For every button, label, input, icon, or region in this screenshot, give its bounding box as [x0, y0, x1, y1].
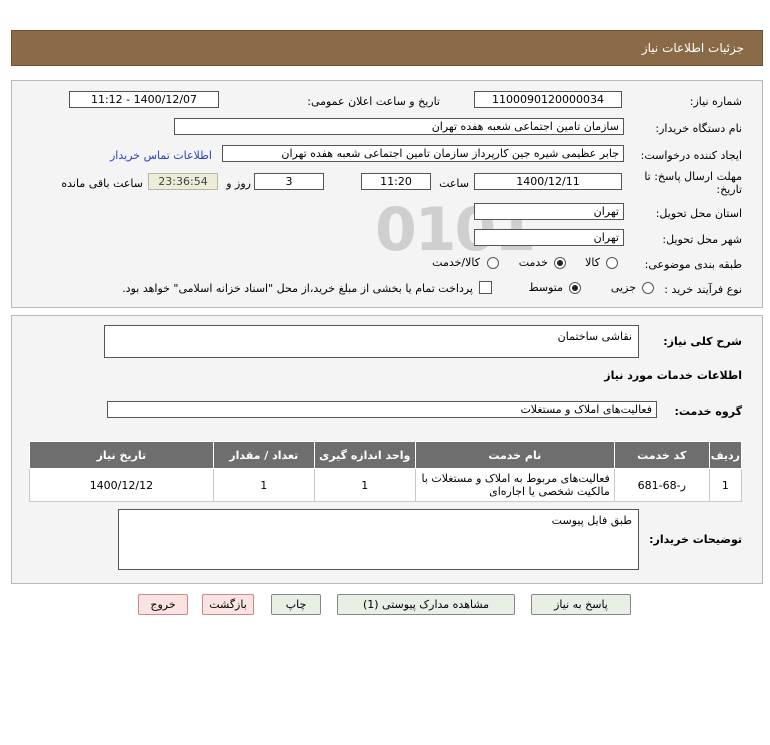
creator-field: جابر عظیمی شیره جین کارپرداز سازمان تامی… [222, 145, 624, 162]
summary-field: نقاشی ساختمان [104, 325, 639, 358]
services-heading: اطلاعات خدمات مورد نیاز [604, 369, 742, 382]
cell-service-name: فعالیت‌های مربوط به املاک و مستغلات با م… [414, 468, 615, 502]
table-header-row: ردیف کد خدمت نام خدمت واحد اندازه گیری ت… [29, 441, 743, 469]
summary-label: شرح کلی نیاز: [663, 335, 742, 348]
category-radio-goods[interactable] [606, 257, 618, 269]
col-header-service-code: کد خدمت [613, 441, 710, 469]
back-button[interactable]: بازگشت [202, 594, 254, 615]
days-field: 3 [254, 173, 324, 190]
page-header: جزئیات اطلاعات نیاز [11, 30, 763, 66]
deadline-label-1: مهلت ارسال پاسخ: تا [644, 170, 742, 183]
process-option-medium: متوسط [528, 281, 563, 294]
creator-label: ایجاد کننده درخواست: [640, 149, 742, 162]
service-group-label: گروه خدمت: [674, 405, 742, 418]
process-option-minor: جزیی [610, 281, 636, 294]
remaining-label: ساعت باقی مانده [61, 177, 143, 190]
cell-need-date: 1400/12/12 [29, 468, 214, 502]
cell-quantity: 1 [212, 468, 315, 502]
deadline-label-2: تاریخ: [716, 183, 742, 196]
service-group-field: فعالیت‌های املاک و مستغلات [107, 401, 657, 418]
buyer-contact-link[interactable]: اطلاعات تماس خریدار [110, 149, 212, 162]
cell-row-number: 1 [708, 468, 743, 502]
announce-label: تاریخ و ساعت اعلان عمومی: [307, 95, 440, 108]
city-label: شهر محل تحویل: [662, 233, 742, 246]
reply-button[interactable]: پاسخ به نیاز [531, 594, 631, 615]
cell-unit: 1 [313, 468, 416, 502]
view-attachments-button[interactable]: مشاهده مدارک پیوستی (1) [337, 594, 515, 615]
col-header-row-number: ردیف [708, 441, 743, 469]
col-header-unit: واحد اندازه گیری [313, 441, 416, 469]
print-button[interactable]: چاپ [271, 594, 321, 615]
province-field: تهران [474, 203, 624, 220]
services-table: ردیف کد خدمت نام خدمت واحد اندازه گیری ت… [29, 441, 743, 502]
need-number-field: 1100090120000034 [474, 91, 622, 108]
category-option-goods-service: کالا/خدمت [432, 256, 480, 269]
city-field: تهران [474, 229, 624, 246]
category-option-goods: کالا [585, 256, 600, 269]
page-title: جزئیات اطلاعات نیاز [641, 41, 744, 55]
announce-field: 1400/12/07 - 11:12 [69, 91, 219, 108]
need-info-panel [11, 80, 763, 308]
process-label: نوع فرآیند خرید : [664, 283, 742, 296]
cell-service-code: ر-68-681 [613, 468, 710, 502]
category-label: طبقه بندی موضوعی: [644, 258, 742, 271]
buyer-org-field: سازمان تامین اجتماعی شعبه هفده تهران [174, 118, 624, 135]
category-radio-service[interactable] [554, 257, 566, 269]
buyer-org-label: نام دستگاه خریدار: [655, 122, 742, 135]
exit-button[interactable]: خروج [138, 594, 188, 615]
process-radio-medium[interactable] [569, 282, 581, 294]
col-header-quantity: تعداد / مقدار [212, 441, 315, 469]
category-radio-goods-service[interactable] [487, 257, 499, 269]
time-label: ساعت [439, 177, 469, 190]
treasury-payment-note: پرداخت تمام یا بخشی از مبلغ خرید،از محل … [122, 282, 473, 295]
province-label: استان محل تحویل: [655, 207, 742, 220]
deadline-time-field: 11:20 [361, 173, 431, 190]
need-number-label: شماره نیاز: [689, 95, 742, 108]
treasury-payment-checkbox[interactable] [479, 281, 492, 294]
buyer-notes-label: توضیحات خریدار: [649, 533, 742, 546]
table-row: 1 ر-68-681 فعالیت‌های مربوط به املاک و م… [29, 468, 743, 502]
process-radio-minor[interactable] [642, 282, 654, 294]
category-option-service: خدمت [518, 256, 548, 269]
col-header-need-date: تاریخ نیاز [29, 441, 214, 469]
days-label: روز و [226, 177, 251, 190]
deadline-date-field: 1400/12/11 [474, 173, 622, 190]
buyer-notes-field: طبق فایل پیوست [118, 509, 639, 570]
remaining-time-field: 23:36:54 [148, 173, 218, 190]
col-header-service-name: نام خدمت [414, 441, 615, 469]
